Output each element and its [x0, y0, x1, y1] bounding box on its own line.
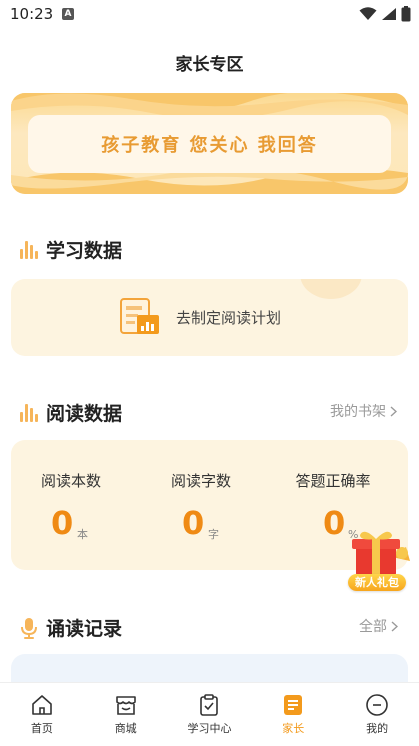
- bottom-tab-bar: 首页 商城 学习中心 家长 我的: [0, 682, 419, 746]
- battery-icon: [401, 6, 411, 22]
- chevron-right-icon: [390, 405, 397, 417]
- status-bar: 10:23 A: [0, 0, 419, 30]
- tab-profile[interactable]: 我的: [335, 683, 419, 746]
- home-icon: [32, 695, 52, 715]
- section-title-study: 学习数据: [46, 240, 123, 262]
- stat-unit: 字: [208, 528, 219, 541]
- card-decoration: [300, 279, 362, 299]
- my-bookshelf-link[interactable]: 我的书架: [330, 401, 397, 421]
- stat-books-read: 阅读本数 0 本: [11, 470, 131, 542]
- tab-home[interactable]: 首页: [0, 683, 84, 746]
- tab-study-center[interactable]: 学习中心: [168, 683, 252, 746]
- gift-box-icon: [352, 531, 410, 575]
- store-icon: [115, 696, 136, 715]
- stat-label: 答题正确率: [295, 472, 371, 490]
- new-user-gift-button[interactable]: 新人礼包: [340, 527, 412, 595]
- status-time: 10:23: [10, 5, 54, 23]
- stat-label: 阅读本数: [40, 472, 101, 490]
- section-reading-data: 阅读数据: [20, 399, 122, 426]
- wifi-icon: [359, 7, 377, 20]
- page-title: 家长专区: [175, 55, 244, 75]
- gift-label: 新人礼包: [348, 574, 406, 591]
- tab-parent[interactable]: 家长: [251, 683, 335, 746]
- stat-label: 阅读字数: [170, 472, 231, 490]
- bar-chart-icon: [20, 240, 38, 259]
- my-bookshelf-label: 我的书架: [330, 404, 386, 420]
- section-title-reading: 阅读数据: [46, 403, 123, 425]
- notification-badge: A: [62, 8, 74, 20]
- reading-plan-text: 去制定阅读计划: [176, 309, 282, 327]
- tab-label: 商城: [114, 722, 137, 735]
- profile-icon: [366, 694, 388, 716]
- stat-answer-accuracy: 答题正确率 0 %: [273, 470, 393, 542]
- section-title-recite: 诵读记录: [46, 618, 123, 640]
- stat-unit: 本: [77, 528, 88, 541]
- chevron-right-icon: [391, 620, 398, 632]
- banner-slogan-box: 孩子教育 您关心 我回答: [28, 115, 391, 173]
- reading-plan-icon: [120, 298, 159, 334]
- view-all-link[interactable]: 全部: [359, 616, 398, 636]
- parent-doc-icon: [284, 695, 303, 715]
- tab-label: 首页: [30, 722, 53, 735]
- stat-words-read: 阅读字数 0 字: [141, 470, 261, 542]
- tab-store[interactable]: 商城: [84, 683, 168, 746]
- tab-label: 我的: [366, 722, 389, 735]
- section-recite-records: 诵读记录: [20, 614, 122, 641]
- stat-value: 0: [182, 504, 205, 542]
- microphone-icon: [21, 617, 37, 639]
- banner[interactable]: 孩子教育 您关心 我回答: [11, 93, 408, 194]
- signal-icon: [382, 8, 396, 20]
- section-study-data: 学习数据: [20, 236, 122, 263]
- view-all-label: 全部: [359, 619, 387, 635]
- bar-chart-icon: [20, 403, 38, 422]
- tab-label: 家长: [282, 722, 305, 735]
- banner-slogan: 孩子教育 您关心 我回答: [101, 135, 318, 156]
- stat-value: 0: [51, 504, 74, 542]
- reading-plan-card[interactable]: 去制定阅读计划: [11, 279, 408, 356]
- clipboard-check-icon: [200, 694, 219, 716]
- tab-label: 学习中心: [187, 722, 232, 735]
- status-icons: [359, 6, 411, 22]
